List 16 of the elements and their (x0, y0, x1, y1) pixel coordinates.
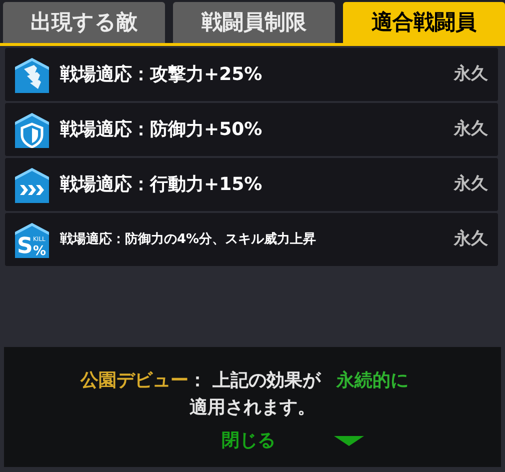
tab[interactable]: 出現する敵 (3, 2, 165, 43)
notice-message: 公園デビュー： 上記の効果が 永続的に 適用されます。 (79, 369, 410, 420)
chevrons-icon (15, 166, 49, 202)
duration-label: 永久 (454, 62, 488, 86)
shield-icon (15, 112, 49, 148)
tab[interactable]: 戦闘員制限 (173, 2, 335, 43)
duration-label: 永久 (454, 172, 488, 196)
duration-label: 永久 (454, 228, 488, 251)
effect-name: 戦場適応：攻撃力+25% (60, 63, 264, 87)
effect-name: 戦場適応：防御力+50% (60, 118, 264, 142)
duration-label: 永久 (454, 118, 488, 141)
effect-name: 戦場適応：行動力+15% (60, 173, 264, 197)
effect-name: 戦場適応：防御力の4%分、スキル威力上昇 (60, 230, 318, 249)
tab[interactable]: 適合戦闘員 (343, 2, 505, 43)
close-button[interactable]: 閉じる (222, 427, 276, 454)
caret-icon (334, 436, 364, 446)
